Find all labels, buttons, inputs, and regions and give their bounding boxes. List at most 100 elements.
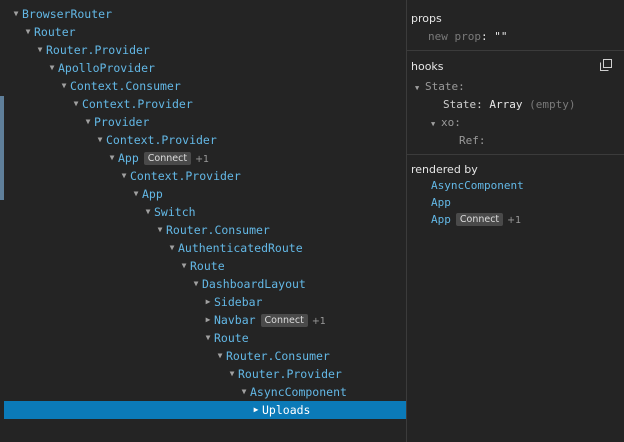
tree-node-label: Context.Provider (106, 133, 217, 147)
tree-node[interactable]: ▼ Context.Consumer (4, 77, 406, 95)
tree-node[interactable]: ▶ Uploads (4, 401, 406, 419)
tree-node-label: BrowserRouter (22, 7, 113, 21)
caret-down-icon[interactable]: ▼ (46, 59, 58, 77)
caret-down-icon[interactable]: ▼ (130, 185, 142, 203)
tree-node[interactable]: ▼ Route (4, 257, 406, 275)
tree-node[interactable]: ▼ App (4, 185, 406, 203)
rendered-by-item-label[interactable]: App (431, 213, 451, 226)
props-title: props (411, 12, 442, 25)
copy-icon[interactable] (600, 59, 612, 74)
tree-node-label: Context.Provider (82, 97, 193, 111)
tree-node-label: Sidebar (214, 295, 263, 309)
caret-down-icon[interactable]: ▼ (202, 329, 214, 347)
caret-down-icon[interactable]: ▼ (142, 203, 154, 221)
props-section: props new prop: "" (407, 0, 624, 51)
tree-node[interactable]: ▼ DashboardLayout (4, 275, 406, 293)
caret-down-icon[interactable]: ▼ (58, 77, 70, 95)
hook-state-note: (empty) (529, 98, 576, 111)
connect-badge: Connect (143, 152, 192, 165)
caret-down-icon[interactable]: ▼ (214, 347, 226, 365)
tree-node[interactable]: ▼ Context.Provider (4, 167, 406, 185)
tree-node-label: Switch (154, 205, 196, 219)
caret-down-icon[interactable]: ▼ (226, 365, 238, 383)
connect-badge: Connect (455, 213, 504, 226)
caret-down-icon[interactable]: ▼ (415, 84, 425, 92)
tree-node-label: Router.Provider (46, 43, 150, 57)
caret-down-icon[interactable]: ▼ (70, 95, 82, 113)
caret-down-icon[interactable]: ▼ (118, 167, 130, 185)
tree-node-label: App (118, 151, 139, 165)
caret-down-icon[interactable]: ▼ (238, 383, 250, 401)
rendered-by-section: rendered by AsyncComponent App App Connec… (407, 155, 624, 245)
tree-node[interactable]: ▼ Context.Provider (4, 131, 406, 149)
connect-badge: Connect (260, 314, 308, 327)
new-prop-key[interactable]: new prop (428, 30, 481, 43)
tree-node[interactable]: ▼ Router.Consumer (4, 347, 406, 365)
hook-ref-label: Ref: (459, 134, 486, 147)
tree-node[interactable]: ▼ ApolloProvider (4, 59, 406, 77)
tree-node-label: Context.Provider (130, 169, 241, 183)
inspector-sidebar: props new prop: "" hooks ▼ State: State: … (407, 0, 624, 442)
extra-count: +1 (195, 154, 210, 165)
hook-xo-label: xo: (441, 116, 461, 129)
component-tree[interactable]: ▼ BrowserRouter ▼ Router ▼ Router.Provider ▼ Ap… (0, 0, 407, 442)
caret-right-icon[interactable]: ▶ (202, 311, 214, 329)
tree-node-label: Navbar (214, 313, 256, 327)
caret-right-icon[interactable]: ▶ (202, 293, 214, 311)
extra-count: +1 (311, 316, 326, 327)
rendered-by-item[interactable]: AsyncComponent (431, 179, 524, 192)
caret-right-icon[interactable]: ▶ (250, 401, 262, 419)
tree-node-label: Uploads (262, 403, 311, 417)
caret-down-icon[interactable]: ▼ (82, 113, 94, 131)
extra-count: +1 (507, 215, 522, 226)
tree-node[interactable]: ▼ App Connect +1 (4, 149, 406, 167)
tree-node[interactable]: ▶ Sidebar (4, 293, 406, 311)
tree-node-label: Context.Consumer (70, 79, 181, 93)
devtools-panel: ▼ BrowserRouter ▼ Router ▼ Router.Provider ▼ Ap… (0, 0, 624, 442)
hook-state-value[interactable]: Array (489, 98, 522, 111)
hook-state-label: State: (425, 80, 465, 93)
caret-down-icon[interactable]: ▼ (106, 149, 118, 167)
tree-node[interactable]: ▼ Context.Provider (4, 95, 406, 113)
caret-down-icon[interactable]: ▼ (166, 239, 178, 257)
caret-down-icon[interactable]: ▼ (10, 5, 22, 23)
tree-node[interactable]: ▼ AsyncComponent (4, 383, 406, 401)
tree-node-label: Router.Provider (238, 367, 342, 381)
caret-down-icon[interactable]: ▼ (94, 131, 106, 149)
tree-node[interactable]: ▼ Router.Provider (4, 41, 406, 59)
tree-node-label: Route (214, 331, 249, 345)
new-prop-value[interactable]: "" (494, 30, 507, 43)
hook-state-key: State: (443, 98, 483, 111)
hooks-section: hooks ▼ State: State: Array (empty) ▼ xo: … (407, 51, 624, 155)
tree-node[interactable]: ▼ Router.Consumer (4, 221, 406, 239)
caret-down-icon[interactable]: ▼ (190, 275, 202, 293)
tree-node-label: App (142, 187, 163, 201)
tree-node[interactable]: ▼ Router (4, 23, 406, 41)
tree-node-label: Route (190, 259, 225, 273)
tree-node[interactable]: ▼ Provider (4, 113, 406, 131)
rendered-by-title: rendered by (411, 163, 478, 176)
new-prop-row[interactable]: new prop: "" (428, 30, 507, 43)
tree-node-label: Router (34, 25, 76, 39)
caret-down-icon[interactable]: ▼ (34, 41, 46, 59)
caret-down-icon[interactable]: ▼ (154, 221, 166, 239)
tree-node-label: AuthenticatedRoute (178, 241, 303, 255)
hook-ref-row: Ref: (459, 134, 486, 147)
tree-node-label: AsyncComponent (250, 385, 347, 399)
tree-node[interactable]: ▼ BrowserRouter (4, 5, 406, 23)
hook-state-value-row: State: Array (empty) (443, 98, 575, 111)
hook-xo-row[interactable]: ▼ xo: (431, 116, 461, 129)
tree-node[interactable]: ▼ AuthenticatedRoute (4, 239, 406, 257)
hook-state-row[interactable]: ▼ State: (415, 80, 465, 93)
tree-node[interactable]: ▼ Switch (4, 203, 406, 221)
new-prop-colon: : (480, 30, 488, 43)
tree-node[interactable]: ▼ Router.Provider (4, 365, 406, 383)
caret-down-icon[interactable]: ▼ (22, 23, 34, 41)
caret-down-icon[interactable]: ▼ (178, 257, 190, 275)
rendered-by-item[interactable]: App (431, 196, 451, 209)
caret-down-icon[interactable]: ▼ (431, 120, 441, 128)
rendered-by-item[interactable]: App Connect +1 (431, 213, 521, 226)
tree-node[interactable]: ▼ Route (4, 329, 406, 347)
tree-node[interactable]: ▶ Navbar Connect +1 (4, 311, 406, 329)
hooks-title: hooks (411, 60, 444, 73)
